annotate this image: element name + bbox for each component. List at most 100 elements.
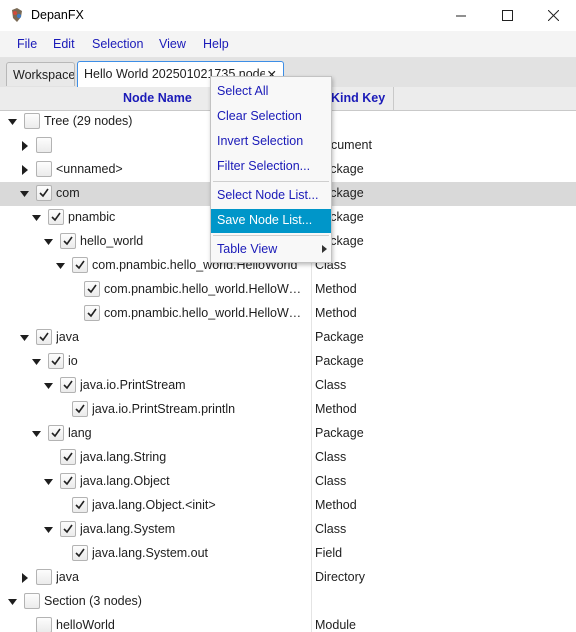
tree-row[interactable]: io Package	[0, 350, 576, 374]
node-checkbox[interactable]	[72, 545, 88, 561]
node-checkbox[interactable]	[36, 185, 52, 201]
minimize-button[interactable]	[438, 0, 484, 30]
context-menu-item[interactable]: Select All	[211, 80, 331, 104]
expanded-triangle-icon[interactable]	[19, 332, 31, 344]
collapsed-triangle-icon[interactable]	[19, 140, 31, 152]
column-header-kind-key[interactable]: Kind Key	[331, 87, 385, 110]
node-name: java.lang.System.out	[92, 546, 209, 560]
node-name: java.lang.Object	[80, 474, 170, 488]
menu-view[interactable]: View	[159, 37, 186, 51]
node-checkbox[interactable]	[72, 257, 88, 273]
node-checkbox[interactable]	[36, 617, 52, 632]
tree-row[interactable]: java.io.PrintStream Class	[0, 374, 576, 398]
tree-row[interactable]: java.lang.Object Class	[0, 470, 576, 494]
node-checkbox[interactable]	[48, 425, 64, 441]
node-name: helloWorld	[56, 618, 115, 632]
node-checkbox[interactable]	[84, 281, 100, 297]
expanded-triangle-icon[interactable]	[31, 428, 43, 440]
node-checkbox[interactable]	[36, 137, 52, 153]
window-title: DepanFX	[31, 8, 84, 22]
tree-row[interactable]: java.lang.String Class	[0, 446, 576, 470]
node-name: hello_world	[80, 234, 144, 248]
tree-row[interactable]: java.lang.Object.<init> Method	[0, 494, 576, 518]
checkmark-icon	[63, 476, 73, 486]
checkmark-icon	[87, 308, 97, 318]
collapsed-triangle-icon[interactable]	[19, 572, 31, 584]
column-header-node-name[interactable]: Node Name	[123, 87, 192, 110]
tree-row[interactable]: java Directory	[0, 566, 576, 590]
checkmark-icon	[75, 548, 85, 558]
node-checkbox[interactable]	[84, 305, 100, 321]
tree-row[interactable]: java Package	[0, 326, 576, 350]
node-checkbox[interactable]	[24, 593, 40, 609]
menu-edit[interactable]: Edit	[53, 37, 75, 51]
context-menu-item[interactable]: Filter Selection...	[211, 155, 331, 179]
checkmark-icon	[39, 188, 49, 198]
context-menu-item[interactable]: Save Node List...	[211, 209, 331, 233]
tree-row[interactable]: lang Package	[0, 422, 576, 446]
expanded-triangle-icon[interactable]	[31, 356, 43, 368]
expanded-triangle-icon[interactable]	[7, 116, 19, 128]
tree-row[interactable]: java.lang.System.out Field	[0, 542, 576, 566]
node-checkbox[interactable]	[36, 161, 52, 177]
node-name: com.pnambic.hello_world.HelloWorld.main	[104, 282, 305, 296]
checkmark-icon	[39, 332, 49, 342]
node-checkbox[interactable]	[60, 473, 76, 489]
tree-row[interactable]: com.pnambic.hello_world.HelloWorld.<init…	[0, 302, 576, 326]
expanded-triangle-icon[interactable]	[43, 476, 55, 488]
tree-row[interactable]: java.io.PrintStream.println Method	[0, 398, 576, 422]
checkmark-icon	[63, 236, 73, 246]
context-menu-item[interactable]: Invert Selection	[211, 130, 331, 154]
node-checkbox[interactable]	[60, 377, 76, 393]
node-name: java.io.PrintStream.println	[92, 402, 236, 416]
context-menu-item[interactable]: Table View	[211, 238, 331, 262]
tree-row[interactable]: Section (3 nodes)	[0, 590, 576, 614]
node-checkbox[interactable]	[36, 329, 52, 345]
node-kind: Method	[315, 282, 357, 296]
node-name: lang	[68, 426, 92, 440]
expanded-triangle-icon[interactable]	[55, 260, 67, 272]
node-checkbox[interactable]	[60, 449, 76, 465]
menu-selection[interactable]: Selection	[92, 37, 143, 51]
checkmark-icon	[87, 284, 97, 294]
expanded-triangle-icon[interactable]	[43, 236, 55, 248]
column-divider[interactable]	[393, 87, 394, 110]
node-checkbox[interactable]	[60, 233, 76, 249]
context-menu-item-label: Filter Selection...	[217, 159, 311, 173]
context-menu-item-label: Table View	[217, 242, 278, 256]
tree-row[interactable]: java.lang.System Class	[0, 518, 576, 542]
node-checkbox[interactable]	[72, 497, 88, 513]
tree-row[interactable]: com.pnambic.hello_world.HelloWorld.main M…	[0, 278, 576, 302]
node-name: com.pnambic.hello_world.HelloWorld.<init…	[104, 306, 305, 320]
tree-row[interactable]: helloWorld Module	[0, 614, 576, 632]
menu-file[interactable]: File	[17, 37, 37, 51]
node-checkbox[interactable]	[24, 113, 40, 129]
node-name: Section (3 nodes)	[44, 594, 142, 608]
expanded-triangle-icon[interactable]	[7, 596, 19, 608]
node-checkbox[interactable]	[48, 209, 64, 225]
collapsed-triangle-icon[interactable]	[19, 164, 31, 176]
node-checkbox[interactable]	[48, 353, 64, 369]
node-checkbox[interactable]	[72, 401, 88, 417]
expanded-triangle-icon[interactable]	[31, 212, 43, 224]
checkmark-icon	[75, 260, 85, 270]
context-menu-item[interactable]: Select Node List...	[211, 184, 331, 208]
expanded-triangle-icon[interactable]	[43, 524, 55, 536]
context-menu-item-label: Clear Selection	[217, 109, 302, 123]
maximize-button[interactable]	[484, 0, 530, 30]
menu-help[interactable]: Help	[203, 37, 229, 51]
checkmark-icon	[51, 428, 61, 438]
context-menu: Select All Clear Selection Invert Selectio…	[210, 76, 332, 263]
tab-workspace[interactable]: Workspace	[6, 62, 75, 86]
node-checkbox[interactable]	[36, 569, 52, 585]
node-kind: Package	[315, 354, 364, 368]
node-name: java	[56, 330, 79, 344]
close-window-button[interactable]	[530, 0, 576, 30]
expanded-triangle-icon[interactable]	[43, 380, 55, 392]
minimize-icon	[455, 15, 466, 16]
expanded-triangle-icon[interactable]	[19, 188, 31, 200]
node-checkbox[interactable]	[60, 521, 76, 537]
node-name: java	[56, 570, 79, 584]
context-menu-item[interactable]: Clear Selection	[211, 105, 331, 129]
checkmark-icon	[75, 500, 85, 510]
